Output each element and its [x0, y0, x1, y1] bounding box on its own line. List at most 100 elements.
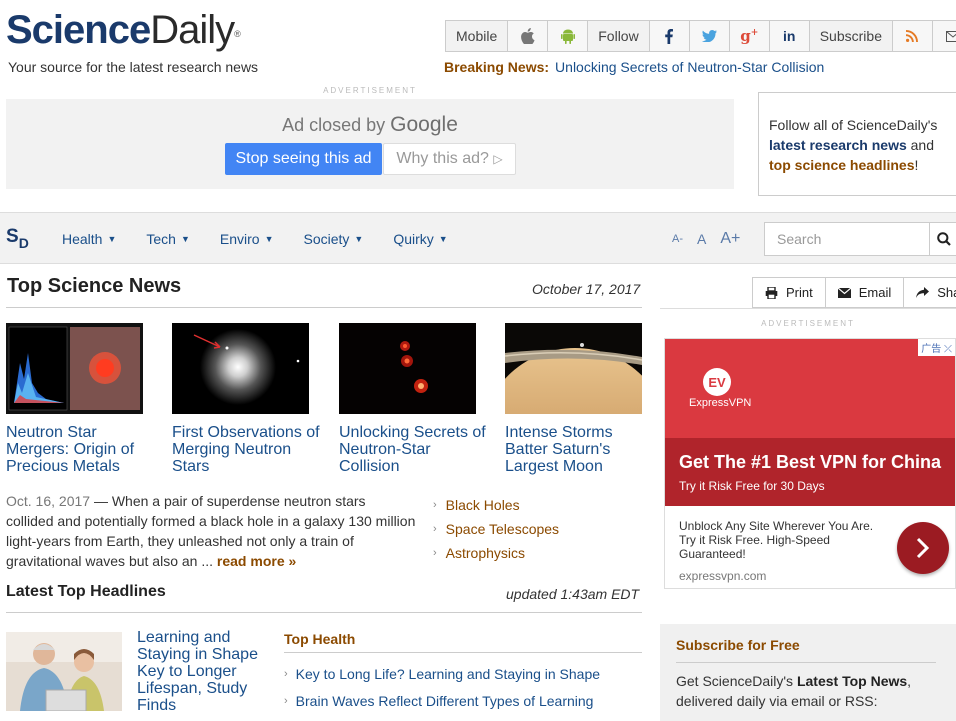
story-image-3[interactable]: [339, 323, 476, 414]
google-plus-icon[interactable]: g+: [729, 21, 770, 51]
story-title-4[interactable]: Intense Storms Batter Saturn's Largest M…: [505, 424, 645, 475]
chevron-right-icon: ›: [433, 547, 437, 559]
subscribe-title: Subscribe for Free: [676, 637, 800, 653]
twitter-icon[interactable]: [689, 21, 730, 51]
latest-research-news-link[interactable]: latest research news: [769, 137, 907, 153]
topic-link[interactable]: › Black Holes: [433, 493, 559, 517]
breaking-news-label: Breaking News:: [444, 59, 550, 75]
apple-icon[interactable]: [508, 21, 549, 51]
top-health-label-text: Brain Waves Reflect Different Types of L…: [295, 692, 594, 709]
search-button[interactable]: [929, 222, 956, 256]
registered-mark-icon: ®: [234, 29, 241, 39]
vpn-headline: Get The #1 Best VPN for China: [679, 452, 942, 472]
vpn-brand: ExpressVPN: [689, 397, 752, 409]
story-image-4[interactable]: [505, 323, 642, 414]
font-smaller-button[interactable]: A-: [672, 233, 683, 245]
share-button[interactable]: Share: [904, 278, 956, 307]
top-science-headlines-link[interactable]: top science headlines: [769, 157, 915, 173]
vpn-body: Unblock Any Site Wherever You Are. Try i…: [679, 519, 874, 561]
stop-seeing-ad-button[interactable]: Stop seeing this ad: [225, 143, 382, 175]
share-label: Share: [937, 285, 956, 300]
why-this-ad-label: Why this ad?: [396, 150, 489, 167]
vpn-subheadline: Try it Risk Free for 30 Days: [679, 479, 825, 493]
ad-closed-message: Ad closed by Google: [6, 113, 734, 137]
ad-choices-label: 广告: [921, 344, 942, 355]
top-health-list: › Key to Long Life? Learning and Staying …: [284, 660, 642, 714]
print-icon: [765, 286, 778, 299]
search-input[interactable]: Search: [764, 222, 930, 256]
nav-item-society[interactable]: Society ▼: [304, 213, 364, 265]
story-image-2[interactable]: [172, 323, 309, 414]
vpn-ad[interactable]: 广告 ⤫ EV ExpressVPN Get The #1 Best VPN f…: [664, 338, 956, 589]
story-title-1[interactable]: Neutron Star Mergers: Origin of Precious…: [6, 424, 161, 475]
top-health-label: Top Health: [284, 631, 356, 647]
chevron-right-icon: ›: [284, 694, 288, 707]
nav-item-label: Enviro: [219, 231, 260, 247]
nav-item-tech[interactable]: Tech ▼: [146, 213, 190, 265]
top-toolbar: Mobile Follow g+ in Subscribe: [445, 20, 956, 52]
follow-button[interactable]: Follow: [588, 21, 650, 51]
read-more-link[interactable]: read more »: [217, 553, 296, 569]
caret-down-icon: ▼: [438, 234, 448, 244]
why-this-ad-button[interactable]: Why this ad? ▷: [383, 143, 516, 175]
top-news-date: October 17, 2017: [532, 281, 641, 297]
logo-science: Science: [6, 8, 151, 52]
story-image-1[interactable]: [6, 323, 143, 414]
vpn-go-button[interactable]: [897, 522, 949, 574]
breaking-news-link[interactable]: Unlocking Secrets of Neutron-Star Collis…: [555, 59, 824, 75]
email-button[interactable]: Email: [826, 278, 905, 307]
google-wordmark: Google: [390, 113, 458, 136]
follow-text: Follow all of ScienceDaily's: [769, 117, 938, 133]
ad-choices-icon[interactable]: 广告 ⤫: [918, 339, 955, 356]
topic-label: Black Holes: [445, 497, 520, 513]
top-health-link[interactable]: › Brain Waves Reflect Different Types of …: [284, 687, 642, 714]
caret-down-icon: ▼: [180, 234, 190, 244]
subscribe-description: Get ScienceDaily's Latest Top News, deli…: [676, 671, 946, 711]
mobile-button[interactable]: Mobile: [446, 21, 509, 51]
font-larger-button[interactable]: A+: [720, 230, 740, 248]
nav-item-label: Quirky: [393, 231, 434, 247]
latest-headlines-title: Latest Top Headlines: [6, 583, 166, 600]
story-summary: Oct. 16, 2017 — When a pair of superdens…: [6, 491, 416, 571]
latest-lead-image[interactable]: [6, 632, 122, 711]
sd-home-logo[interactable]: SD: [6, 226, 29, 251]
top-science-news-title: Top Science News: [7, 275, 182, 297]
site-logo[interactable]: ScienceDaily®: [6, 6, 241, 54]
print-button[interactable]: Print: [753, 278, 826, 307]
right-ad-label: ADVERTISEMENT: [761, 319, 855, 328]
story-title-3[interactable]: Unlocking Secrets of Neutron-Star Collis…: [339, 424, 494, 475]
android-icon[interactable]: [548, 21, 589, 51]
follow-exclaim: !: [914, 157, 919, 173]
sd-d: D: [18, 235, 29, 251]
nav-item-quirky[interactable]: Quirky ▼: [393, 213, 447, 265]
chevron-right-icon: ›: [433, 523, 437, 535]
nav-item-health[interactable]: Health ▼: [62, 213, 116, 265]
email-icon[interactable]: [932, 21, 956, 51]
chevron-right-icon: [916, 537, 930, 559]
top-health-link[interactable]: › Key to Long Life? Learning and Staying …: [284, 660, 642, 687]
linkedin-icon[interactable]: in: [769, 21, 810, 51]
play-triangle-icon: ▷: [493, 152, 503, 166]
summary-date: Oct. 16, 2017: [6, 493, 91, 509]
topic-link[interactable]: › Space Telescopes: [433, 517, 559, 541]
search-icon: [937, 232, 951, 246]
logo-daily: Daily: [150, 8, 235, 52]
chevron-right-icon: ›: [433, 499, 437, 511]
rss-icon[interactable]: [892, 21, 933, 51]
top-health-label-text: Key to Long Life? Learning and Staying i…: [295, 665, 601, 682]
subscribe-button[interactable]: Subscribe: [809, 21, 893, 51]
latest-lead-title[interactable]: Learning and Staying in Shape Key to Lon…: [137, 629, 267, 714]
nav-item-enviro[interactable]: Enviro ▼: [220, 213, 274, 265]
nav-item-label: Society: [303, 231, 350, 247]
topic-label: Astrophysics: [445, 545, 526, 561]
story-title-2[interactable]: First Observations of Merging Neutron St…: [172, 424, 327, 475]
font-normal-button[interactable]: A: [697, 231, 706, 247]
article-tools: Print Email Share: [752, 277, 956, 308]
topic-link[interactable]: › Astrophysics: [433, 541, 559, 565]
facebook-icon[interactable]: [649, 21, 690, 51]
nav-item-label: Tech: [146, 231, 176, 247]
nav-item-label: Health: [62, 231, 103, 247]
tagline: Your source for the latest research news: [8, 59, 259, 75]
ad-closed-text: Ad closed by: [282, 115, 386, 135]
nav-menu: Health ▼ Tech ▼ Enviro ▼ Society ▼ Quirky ▼: [62, 213, 478, 265]
